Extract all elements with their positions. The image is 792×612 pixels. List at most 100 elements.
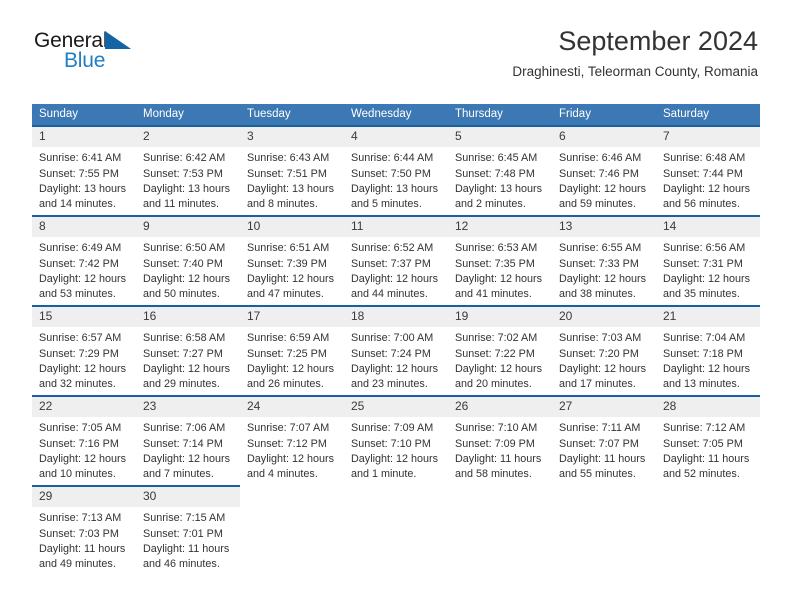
daylight-text-line1: Daylight: 13 hours: [455, 182, 543, 195]
day-cell-empty: [344, 485, 448, 563]
sunset-text: Sunset: 7:09 PM: [455, 437, 535, 450]
calendar-day-cell[interactable]: 25 Sunrise: 7:09 AM Sunset: 7:10 PM Dayligh…: [344, 395, 448, 480]
sunrise-text: Sunrise: 6:52 AM: [351, 242, 434, 255]
day-details: [552, 492, 656, 496]
sunrise-text: Sunrise: 6:48 AM: [663, 152, 746, 165]
day-number: 22: [32, 397, 136, 418]
calendar-day-cell[interactable]: 23 Sunrise: 7:06 AM Sunset: 7:14 PM Dayligh…: [136, 395, 240, 480]
calendar-day-cell[interactable]: 19 Sunrise: 7:02 AM Sunset: 7:22 PM Dayligh…: [448, 305, 552, 390]
day-cell-inner: 9 Sunrise: 6:50 AM Sunset: 7:40 PM Daylight…: [136, 215, 240, 300]
calendar-day-cell: [344, 485, 448, 563]
sunrise-text: Sunrise: 7:07 AM: [247, 422, 330, 435]
calendar-day-cell[interactable]: 15 Sunrise: 6:57 AM Sunset: 7:29 PM Dayligh…: [32, 305, 136, 390]
sunrise-text: Sunrise: 7:02 AM: [455, 332, 538, 345]
calendar-day-cell[interactable]: 3 Sunrise: 6:43 AM Sunset: 7:51 PM Daylight…: [240, 125, 344, 210]
calendar-day-cell[interactable]: 27 Sunrise: 7:11 AM Sunset: 7:07 PM Dayligh…: [552, 395, 656, 480]
day-number: 10: [240, 217, 344, 238]
calendar-day-cell[interactable]: 22 Sunrise: 7:05 AM Sunset: 7:16 PM Dayligh…: [32, 395, 136, 480]
sunset-text: Sunset: 7:20 PM: [559, 347, 639, 360]
day-number: 11: [344, 217, 448, 238]
day-number: [552, 485, 656, 492]
calendar-table: Sunday Monday Tuesday Wednesday Thursday…: [32, 104, 760, 570]
day-cell-inner: 6 Sunrise: 6:46 AM Sunset: 7:46 PM Daylight…: [552, 125, 656, 210]
calendar-day-cell[interactable]: 9 Sunrise: 6:50 AM Sunset: 7:40 PM Daylight…: [136, 215, 240, 300]
day-cell-inner: 4 Sunrise: 6:44 AM Sunset: 7:50 PM Daylight…: [344, 125, 448, 210]
calendar-day-cell[interactable]: 20 Sunrise: 7:03 AM Sunset: 7:20 PM Dayligh…: [552, 305, 656, 390]
sunrise-text: Sunrise: 7:13 AM: [39, 512, 122, 525]
day-cell-inner: 23 Sunrise: 7:06 AM Sunset: 7:14 PM Dayligh…: [136, 395, 240, 480]
day-cell-inner: 28 Sunrise: 7:12 AM Sunset: 7:05 PM Dayligh…: [656, 395, 760, 480]
daylight-text-line1: Daylight: 12 hours: [39, 272, 127, 285]
calendar-day-cell[interactable]: 1 Sunrise: 6:41 AM Sunset: 7:55 PM Daylight…: [32, 125, 136, 210]
day-number: 14: [656, 217, 760, 238]
calendar-day-cell[interactable]: 18 Sunrise: 7:00 AM Sunset: 7:24 PM Dayligh…: [344, 305, 448, 390]
day-number: 8: [32, 217, 136, 238]
calendar-day-cell[interactable]: 6 Sunrise: 6:46 AM Sunset: 7:46 PM Daylight…: [552, 125, 656, 210]
day-cell-inner: 16 Sunrise: 6:58 AM Sunset: 7:27 PM Dayligh…: [136, 305, 240, 390]
sunrise-text: Sunrise: 6:49 AM: [39, 242, 122, 255]
daylight-text-line1: Daylight: 13 hours: [351, 182, 439, 195]
calendar-day-cell: [448, 485, 552, 563]
day-number: 9: [136, 217, 240, 238]
sunrise-text: Sunrise: 6:42 AM: [143, 152, 226, 165]
day-number: [656, 485, 760, 492]
day-details: [448, 492, 552, 496]
calendar-day-cell[interactable]: 4 Sunrise: 6:44 AM Sunset: 7:50 PM Daylight…: [344, 125, 448, 210]
sunrise-text: Sunrise: 7:15 AM: [143, 512, 226, 525]
day-cell-inner: 25 Sunrise: 7:09 AM Sunset: 7:10 PM Dayligh…: [344, 395, 448, 480]
weekday-header-friday: Friday: [552, 104, 656, 125]
weekday-header-thursday: Thursday: [448, 104, 552, 125]
calendar-week-row: 22 Sunrise: 7:05 AM Sunset: 7:16 PM Dayligh…: [32, 395, 760, 480]
day-number: 26: [448, 397, 552, 418]
sunset-text: Sunset: 7:18 PM: [663, 347, 743, 360]
daylight-text-line1: Daylight: 12 hours: [455, 272, 543, 285]
sunset-text: Sunset: 7:25 PM: [247, 347, 327, 360]
day-number: 16: [136, 307, 240, 328]
sunset-text: Sunset: 7:33 PM: [559, 257, 639, 270]
calendar-day-cell[interactable]: 17 Sunrise: 6:59 AM Sunset: 7:25 PM Dayligh…: [240, 305, 344, 390]
calendar-day-cell[interactable]: 10 Sunrise: 6:51 AM Sunset: 7:39 PM Dayligh…: [240, 215, 344, 300]
sunset-text: Sunset: 7:27 PM: [143, 347, 223, 360]
calendar-day-cell[interactable]: 2 Sunrise: 6:42 AM Sunset: 7:53 PM Daylight…: [136, 125, 240, 210]
day-number: 2: [136, 127, 240, 148]
calendar-day-cell[interactable]: 28 Sunrise: 7:12 AM Sunset: 7:05 PM Dayligh…: [656, 395, 760, 480]
day-cell-inner: 29 Sunrise: 7:13 AM Sunset: 7:03 PM Dayligh…: [32, 485, 136, 570]
calendar-day-cell[interactable]: 21 Sunrise: 7:04 AM Sunset: 7:18 PM Dayligh…: [656, 305, 760, 390]
calendar-day-cell[interactable]: 5 Sunrise: 6:45 AM Sunset: 7:48 PM Daylight…: [448, 125, 552, 210]
calendar-day-cell[interactable]: 16 Sunrise: 6:58 AM Sunset: 7:27 PM Dayligh…: [136, 305, 240, 390]
calendar-day-cell[interactable]: 7 Sunrise: 6:48 AM Sunset: 7:44 PM Daylight…: [656, 125, 760, 210]
calendar-day-cell[interactable]: 30 Sunrise: 7:15 AM Sunset: 7:01 PM Dayligh…: [136, 485, 240, 570]
sunrise-text: Sunrise: 6:55 AM: [559, 242, 642, 255]
daylight-text-line1: Daylight: 12 hours: [663, 182, 751, 195]
calendar-day-cell[interactable]: 11 Sunrise: 6:52 AM Sunset: 7:37 PM Dayligh…: [344, 215, 448, 300]
calendar-day-cell[interactable]: 12 Sunrise: 6:53 AM Sunset: 7:35 PM Dayligh…: [448, 215, 552, 300]
sunset-text: Sunset: 7:01 PM: [143, 527, 223, 540]
sunset-text: Sunset: 7:35 PM: [455, 257, 535, 270]
day-number: 3: [240, 127, 344, 148]
day-number: [448, 485, 552, 492]
calendar-day-cell[interactable]: 24 Sunrise: 7:07 AM Sunset: 7:12 PM Dayligh…: [240, 395, 344, 480]
sunrise-text: Sunrise: 7:09 AM: [351, 422, 434, 435]
day-cell-empty: [656, 485, 760, 563]
generalblue-logo[interactable]: General Blue: [34, 30, 164, 76]
day-cell-empty: [552, 485, 656, 563]
weekday-header-tuesday: Tuesday: [240, 104, 344, 125]
sunrise-text: Sunrise: 6:45 AM: [455, 152, 538, 165]
calendar-day-cell[interactable]: 26 Sunrise: 7:10 AM Sunset: 7:09 PM Dayligh…: [448, 395, 552, 480]
day-number: 20: [552, 307, 656, 328]
calendar-day-cell[interactable]: 14 Sunrise: 6:56 AM Sunset: 7:31 PM Dayligh…: [656, 215, 760, 300]
calendar-day-cell[interactable]: 8 Sunrise: 6:49 AM Sunset: 7:42 PM Daylight…: [32, 215, 136, 300]
sunset-text: Sunset: 7:31 PM: [663, 257, 743, 270]
daylight-text-line1: Daylight: 13 hours: [39, 182, 127, 195]
day-number: 30: [136, 487, 240, 508]
sunset-text: Sunset: 7:42 PM: [39, 257, 119, 270]
day-cell-inner: 3 Sunrise: 6:43 AM Sunset: 7:51 PM Daylight…: [240, 125, 344, 210]
sunset-text: Sunset: 7:39 PM: [247, 257, 327, 270]
sunrise-text: Sunrise: 6:50 AM: [143, 242, 226, 255]
daylight-text-line1: Daylight: 12 hours: [455, 362, 543, 375]
calendar-day-cell[interactable]: 29 Sunrise: 7:13 AM Sunset: 7:03 PM Dayligh…: [32, 485, 136, 570]
sunrise-text: Sunrise: 6:43 AM: [247, 152, 330, 165]
page-subtitle: Draghinesti, Teleorman County, Romania: [512, 64, 758, 80]
sunrise-text: Sunrise: 6:46 AM: [559, 152, 642, 165]
calendar-day-cell[interactable]: 13 Sunrise: 6:55 AM Sunset: 7:33 PM Dayligh…: [552, 215, 656, 300]
